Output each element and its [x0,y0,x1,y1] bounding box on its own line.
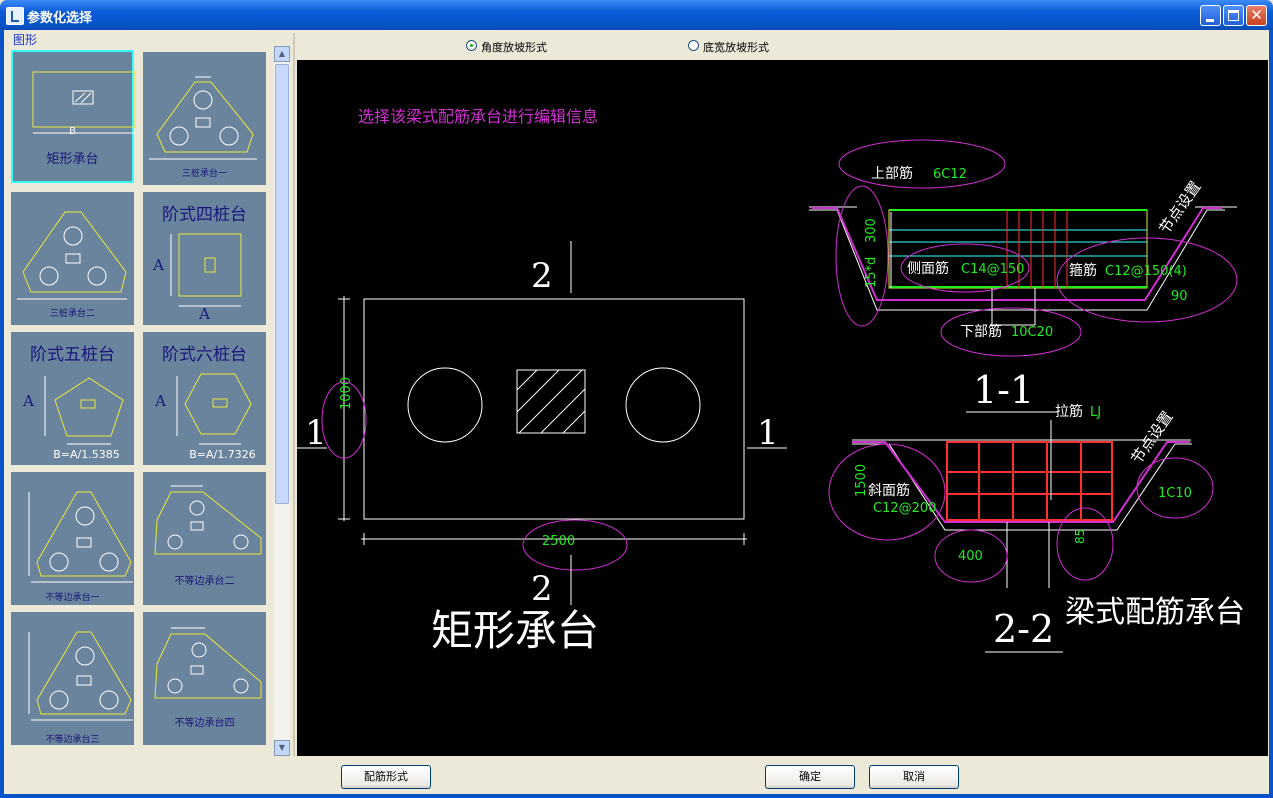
window-title: 参数化选择 [27,11,93,26]
cancel-button[interactable]: 取消 [869,765,959,789]
node-setting-1: 节点设置 [1156,178,1205,237]
bottom-toolbar: 配筋形式 确定 取消 [4,758,1269,794]
thumb-unequal-cap-1[interactable]: 不等边承台一 [11,472,134,605]
title-bar: 参数化选择 ✕ [0,0,1273,30]
maximize-icon [1228,10,1239,21]
unequal-cap-preview [28,631,133,721]
section-1-title: 1-1 [973,368,1034,412]
window-frame-left [0,30,4,798]
radio-checked-icon[interactable] [466,40,477,51]
thumb-three-pile-cap-1[interactable]: 三桩承台一 [143,52,266,185]
edge-bar-value: 1C10 [1158,486,1192,501]
top-bar-label: 上部筋 [871,165,913,182]
slope-bar-label: 斜面筋 [868,482,910,499]
shape-gallery: B 矩形承台 三桩承台一 三桩承台二 阶式四桩台 A A 阶式五桩台 A B=A… [8,46,272,752]
minimize-button[interactable] [1200,5,1221,26]
top-bar-value: 6C12 [933,167,967,182]
plan-title: 矩形承台 [431,606,599,655]
stirrup-label: 箍筋 [1069,262,1097,279]
thumb-dim-label: A [153,256,164,274]
close-icon: ✕ [1250,6,1263,24]
close-button[interactable]: ✕ [1246,5,1267,26]
radio-label: 底宽放坡形式 [703,41,769,54]
thumb-dim-label: A [199,305,210,323]
scroll-down-button[interactable]: ▼ [274,740,290,756]
thumb-caption: 矩形承台 [46,152,99,167]
radio-label: 角度放坡形式 [481,41,547,54]
section-mark-2-bottom: 2 [531,569,553,609]
thumb-caption: 不等边承台三 [45,735,100,745]
thumb-caption: 不等边承台二 [174,576,235,587]
slope-bar-value: C12@200 [873,501,936,516]
minimize-icon [1206,19,1214,22]
thumb-stepped-six-pile[interactable]: 阶式六桩台 A B=A/1.7326 [143,332,266,465]
tie-bar-label: 拉筋 [1055,403,1083,420]
cap-type-caption: 梁式配筋承台 [1065,595,1245,630]
plan-outline [363,298,745,520]
bottom-bar-label: 下部筋 [960,323,1002,340]
preview-canvas[interactable]: 选择该梁式配筋承台进行编辑信息 1000 2500 2 2 1 1 矩形承台 上… [297,60,1268,756]
thumb-unequal-cap-3[interactable]: 不等边承台三 [11,612,134,745]
window-frame-right [1269,30,1273,798]
scroll-up-button[interactable]: ▲ [274,46,290,62]
dim-85: 85 [1073,529,1087,544]
thumb-unequal-cap-2[interactable]: 不等边承台二 [143,472,266,605]
side-bar-value: C14@150 [961,262,1024,277]
thumb-unequal-cap-4[interactable]: 不等边承台四 [143,612,266,745]
thumb-dim-label: B=A/1.7326 [189,448,256,461]
thumb-caption: 不等边承台一 [45,593,100,603]
column-hatch [516,369,586,434]
dim-15d: 15*d [864,257,879,288]
scroll-thumb[interactable] [275,64,289,504]
thumb-rect-cap[interactable]: B 矩形承台 [11,50,136,183]
reinforcement-form-button[interactable]: 配筋形式 [341,765,431,789]
cad-drawing: 选择该梁式配筋承台进行编辑信息 1000 2500 2 2 1 1 矩形承台 上… [297,107,1245,655]
section-mark-1-right: 1 [757,413,779,453]
tie-bar-value: LJ [1090,405,1101,420]
section-mark-1-left: 1 [305,413,327,453]
hint-text: 选择该梁式配筋承台进行编辑信息 [358,107,598,126]
window-frame-bottom [0,794,1273,798]
thumb-dim-label: A [155,392,166,410]
radio-unchecked-icon[interactable] [688,40,699,51]
thumb-stepped-four-pile[interactable]: 阶式四桩台 A A [143,192,266,325]
stirrup-value: C12@150(4) [1105,264,1187,279]
panel-splitter[interactable] [293,33,295,756]
thumb-dim-label: B=A/1.5385 [53,448,120,461]
app-icon [6,7,24,25]
dim-400: 400 [958,549,983,564]
ok-button[interactable]: 确定 [765,765,855,789]
side-bar-label: 侧面筋 [907,260,949,277]
dim-300: 300 [864,218,879,243]
thumb-dim-label: A [23,392,34,410]
thumb-caption: 三桩承台二 [49,309,95,319]
unequal-cap-preview [28,491,133,583]
thumb-caption: 不等边承台四 [174,718,235,729]
maximize-button[interactable] [1223,5,1244,26]
angle-value: 90 [1171,289,1188,304]
plan-dim-width: 2500 [542,534,575,549]
thumb-dim-label: B [69,126,76,137]
thumb-caption: 三桩承台一 [181,169,227,179]
pile-left [407,367,483,443]
bottom-bar-value: 10C20 [1011,325,1053,340]
section-mark-2-top: 2 [531,256,553,296]
gallery-scrollbar[interactable]: ▲ ▼ [274,46,290,756]
dim-1500: 1500 [854,464,869,497]
section-2-title: 2-2 [993,607,1054,651]
pile-right [625,367,701,443]
